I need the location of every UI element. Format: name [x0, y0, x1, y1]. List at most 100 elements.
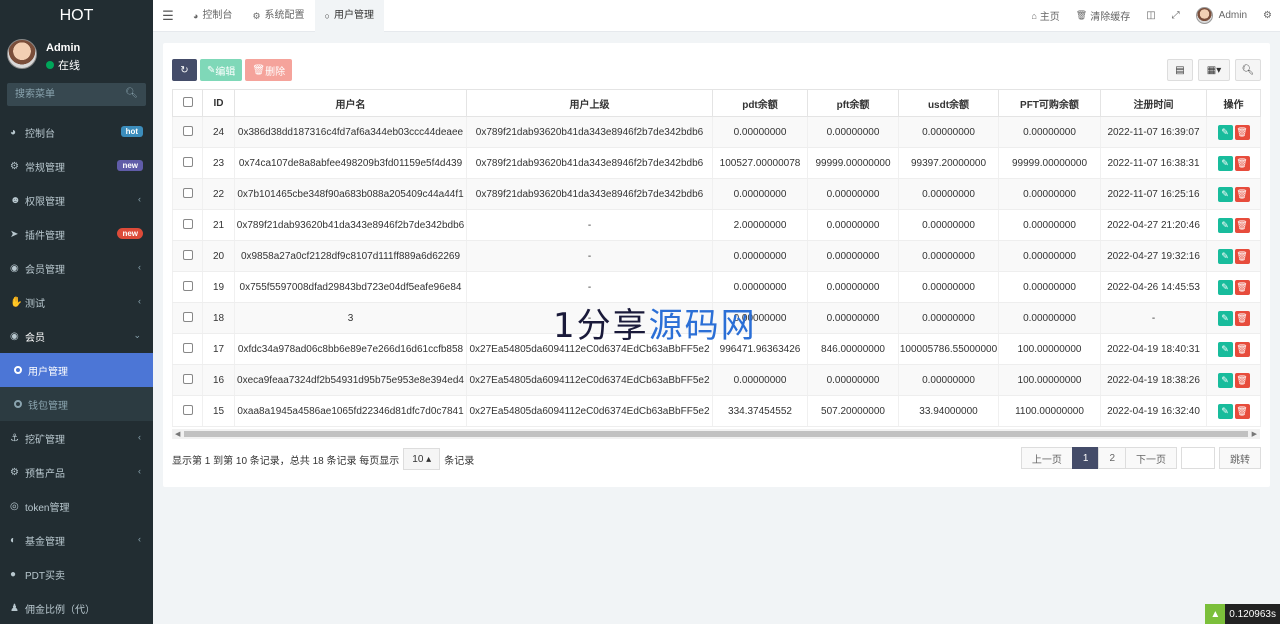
column-header[interactable]: 用户名 — [234, 89, 467, 117]
table-row[interactable]: 21 0x789f21dab93620b41da343e8946f2b7de342… — [172, 209, 1261, 241]
column-header[interactable]: 注册时间 — [1100, 89, 1207, 117]
sidebar-item-12[interactable]: ◐ 基金管理 ‹ — [0, 523, 153, 557]
tab-0[interactable]: ◕ 控制台 — [183, 0, 242, 32]
row-select[interactable] — [172, 302, 203, 334]
home-link[interactable]: ⌂ 主页 — [1023, 8, 1067, 24]
sidebar-item-7[interactable]: 用户管理 — [0, 353, 153, 387]
delete-row-button[interactable]: 🗑︎ — [1234, 217, 1250, 233]
row-checkbox[interactable] — [182, 373, 193, 384]
next-page-button[interactable]: 下一页 — [1125, 447, 1177, 469]
clear-cache-link[interactable]: 🗑︎ 清除缓存 — [1068, 8, 1138, 23]
row-checkbox[interactable] — [182, 156, 193, 167]
sidebar-item-1[interactable]: ⚙ 常规管理 new — [0, 149, 153, 183]
row-checkbox[interactable] — [182, 249, 193, 260]
edit-row-button[interactable]: ✎ — [1217, 279, 1233, 295]
row-checkbox[interactable] — [182, 187, 193, 198]
column-header[interactable]: usdt余额 — [898, 89, 999, 117]
sidebar-item-11[interactable]: ◎ token管理 — [0, 489, 153, 523]
sidebar-item-2[interactable]: ☻ 权限管理 ‹ — [0, 183, 153, 217]
menu-toggle-icon[interactable]: ☰ — [153, 8, 183, 24]
search-icon[interactable]: 🔍︎ — [125, 88, 138, 99]
toggle-view-button[interactable]: ▤ — [1167, 59, 1193, 81]
admin-menu[interactable]: Admin — [1188, 7, 1255, 24]
row-select[interactable] — [172, 271, 203, 303]
row-select[interactable] — [172, 395, 203, 427]
column-header[interactable]: PFT可购余额 — [998, 89, 1101, 117]
sidebar-item-3[interactable]: ➤ 插件管理 new — [0, 217, 153, 251]
delete-row-button[interactable]: 🗑︎ — [1234, 310, 1250, 326]
table-row[interactable]: 23 0x74ca107de8a8abfee498209b3fd01159e5f4… — [172, 147, 1261, 179]
sidebar-item-0[interactable]: ◕ 控制台 hot — [0, 115, 153, 149]
prev-page-button[interactable]: 上一页 — [1020, 447, 1073, 469]
delete-row-button[interactable]: 🗑︎ — [1234, 248, 1250, 264]
page-size-select[interactable]: 10 ▴ — [403, 448, 441, 470]
delete-row-button[interactable]: 🗑︎ — [1234, 403, 1250, 419]
delete-button[interactable]: 🗑︎ 删除 — [245, 59, 293, 81]
row-select[interactable] — [172, 333, 203, 365]
refresh-button[interactable]: ↻ — [172, 59, 197, 81]
edit-row-button[interactable]: ✎ — [1217, 372, 1233, 388]
edit-row-button[interactable]: ✎ — [1217, 155, 1233, 171]
edit-row-button[interactable]: ✎ — [1217, 310, 1233, 326]
table-row[interactable]: 24 0x386d38dd187316c4fd7af6a344eb03ccc44d… — [172, 116, 1261, 148]
column-header[interactable]: 操作 — [1206, 89, 1261, 117]
edit-row-button[interactable]: ✎ — [1217, 341, 1233, 357]
row-checkbox[interactable] — [182, 125, 193, 136]
column-header[interactable]: pdt余额 — [712, 89, 808, 117]
edit-row-button[interactable]: ✎ — [1217, 217, 1233, 233]
sidebar-item-5[interactable]: ✋ 测试 ‹ — [0, 285, 153, 319]
horizontal-scrollbar[interactable]: ◀ ▶ — [172, 429, 1260, 439]
row-checkbox[interactable] — [182, 311, 193, 322]
select-all-checkbox[interactable] — [182, 96, 193, 107]
sidebar-item-4[interactable]: ◉ 会员管理 ‹ — [0, 251, 153, 285]
language-icon[interactable]: ◫ — [1138, 10, 1163, 21]
edit-row-button[interactable]: ✎ — [1217, 186, 1233, 202]
delete-row-button[interactable]: 🗑︎ — [1234, 372, 1250, 388]
delete-row-button[interactable]: 🗑︎ — [1234, 186, 1250, 202]
tab-2[interactable]: ○ 用户管理 — [314, 0, 384, 32]
delete-row-button[interactable]: 🗑︎ — [1234, 155, 1250, 171]
table-row[interactable]: 15 0xaa8a1945a4586ae1065fd22346d81dfc7d0c… — [172, 395, 1261, 427]
row-select[interactable] — [172, 147, 203, 179]
search-button[interactable]: 🔍︎ — [1235, 59, 1261, 81]
scroll-right-icon[interactable]: ▶ — [1252, 430, 1257, 438]
table-row[interactable]: 16 0xeca9feaa7324df2b54931d95b75e953e8e39… — [172, 364, 1261, 396]
jump-button[interactable]: 跳转 — [1219, 447, 1261, 469]
row-select[interactable] — [172, 178, 203, 210]
table-row[interactable]: 20 0x9858a27a0cf2128df9c8107d111ff889a6d6… — [172, 240, 1261, 272]
sidebar-item-10[interactable]: ⚙ 预售产品 ‹ — [0, 455, 153, 489]
delete-row-button[interactable]: 🗑︎ — [1234, 341, 1250, 357]
tab-1[interactable]: ⚙ 系统配置 — [242, 0, 314, 32]
sidebar-item-14[interactable]: ♟ 佣金比例（代） — [0, 591, 153, 624]
row-checkbox[interactable] — [182, 404, 193, 415]
scroll-thumb[interactable] — [184, 431, 1248, 437]
row-checkbox[interactable] — [182, 218, 193, 229]
edit-row-button[interactable]: ✎ — [1217, 403, 1233, 419]
row-select[interactable] — [172, 116, 203, 148]
row-select[interactable] — [172, 364, 203, 396]
row-select[interactable] — [172, 240, 203, 272]
edit-button[interactable]: ✎ 编辑 — [200, 59, 243, 81]
column-header[interactable]: 用户上级 — [466, 89, 713, 117]
sidebar-item-9[interactable]: ⚓ 挖矿管理 ‹ — [0, 421, 153, 455]
edit-row-button[interactable]: ✎ — [1217, 124, 1233, 140]
row-select[interactable] — [172, 209, 203, 241]
fullscreen-icon[interactable]: ⤢ — [1164, 10, 1188, 21]
delete-row-button[interactable]: 🗑︎ — [1234, 124, 1250, 140]
scroll-left-icon[interactable]: ◀ — [175, 430, 180, 438]
row-checkbox[interactable] — [182, 342, 193, 353]
edit-row-button[interactable]: ✎ — [1217, 248, 1233, 264]
delete-row-button[interactable]: 🗑︎ — [1234, 279, 1250, 295]
column-header[interactable]: pft余额 — [807, 89, 899, 117]
sidebar-item-13[interactable]: ● PDT买卖 — [0, 557, 153, 591]
sidebar-item-6[interactable]: ◉ 会员 ⌄ — [0, 319, 153, 353]
table-row[interactable]: 22 0x7b101465cbe348f90a683b088a205409c44a… — [172, 178, 1261, 210]
sidebar-item-8[interactable]: 钱包管理 — [0, 387, 153, 421]
jump-page-input[interactable] — [1181, 447, 1215, 469]
column-header[interactable]: ID — [202, 89, 235, 117]
select-all[interactable] — [172, 89, 203, 117]
page-button-1[interactable]: 1 — [1071, 447, 1100, 469]
app-logo[interactable]: HOT — [0, 0, 153, 32]
page-button-2[interactable]: 2 — [1098, 447, 1126, 469]
settings-icon[interactable]: ⚙ — [1255, 10, 1280, 21]
